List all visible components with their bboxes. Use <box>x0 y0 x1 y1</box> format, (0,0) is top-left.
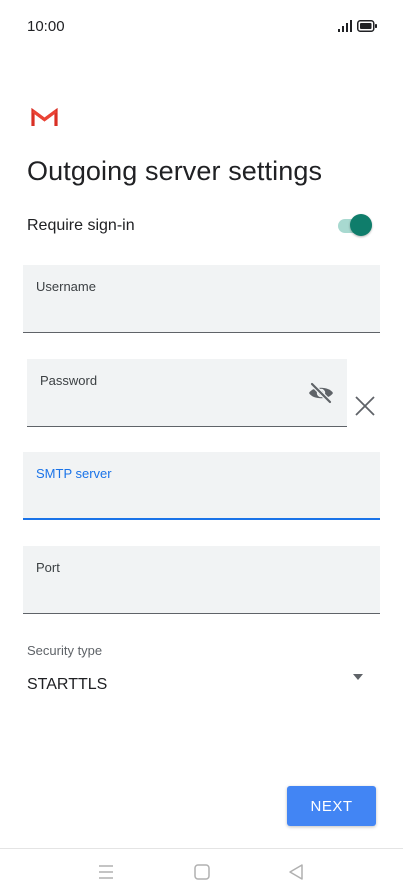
smtp-server-label: SMTP server <box>36 466 112 481</box>
dropdown-arrow-icon <box>353 674 363 680</box>
username-input[interactable] <box>36 307 333 324</box>
status-bar: 10:00 <box>0 0 403 52</box>
security-type-value: STARTTLS <box>27 676 108 693</box>
port-input[interactable] <box>36 588 333 605</box>
next-button[interactable]: NEXT <box>287 786 376 826</box>
password-field[interactable]: Password <box>27 359 347 427</box>
password-input[interactable] <box>40 401 300 418</box>
require-signin-toggle[interactable] <box>336 213 374 239</box>
menu-icon[interactable] <box>95 861 117 883</box>
require-signin-label: Require sign-in <box>27 217 135 234</box>
username-label: Username <box>36 279 96 294</box>
port-label: Port <box>36 560 60 575</box>
smtp-server-field[interactable]: SMTP server <box>23 452 380 520</box>
smtp-server-input[interactable] <box>36 493 333 510</box>
close-icon[interactable] <box>352 393 378 419</box>
security-type-label: Security type <box>27 643 103 658</box>
cell-signal-icon <box>338 20 352 32</box>
port-field[interactable]: Port <box>23 546 380 614</box>
home-icon[interactable] <box>191 861 213 883</box>
password-label: Password <box>40 373 98 388</box>
status-time: 10:00 <box>27 18 65 35</box>
security-type-dropdown[interactable]: STARTTLS <box>27 668 367 702</box>
navigation-bar <box>0 849 403 896</box>
eye-off-icon[interactable] <box>307 381 335 405</box>
battery-icon <box>357 20 377 32</box>
page-title: Outgoing server settings <box>27 156 323 186</box>
gmail-icon <box>31 108 58 126</box>
toggle-thumb <box>350 214 372 236</box>
username-field[interactable]: Username <box>23 265 380 333</box>
back-icon[interactable] <box>285 861 307 883</box>
